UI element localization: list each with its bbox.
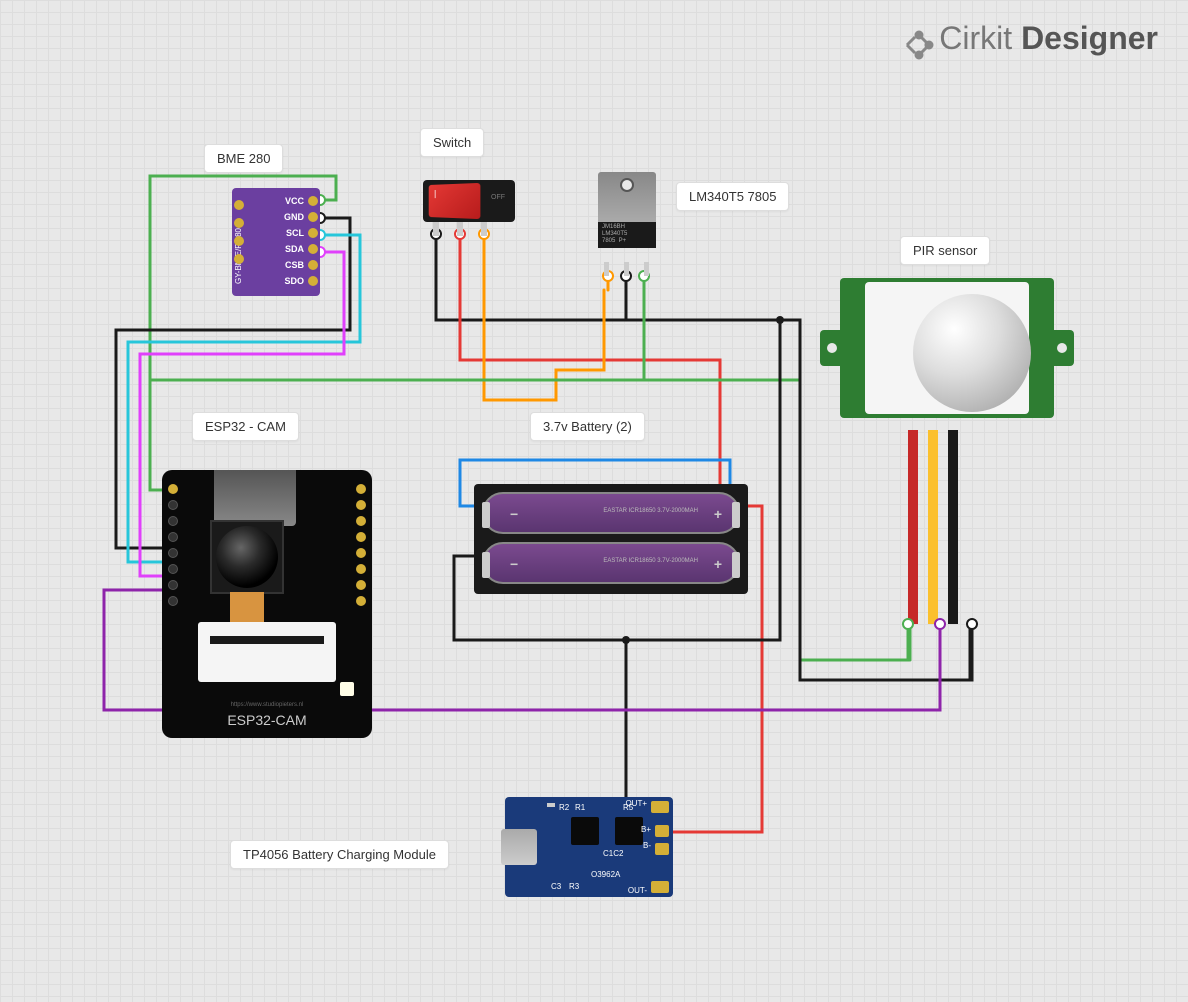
rocker-switch[interactable]: | OFF [423,180,515,240]
label-switch: Switch [420,128,484,157]
camera-lens-icon [216,526,278,588]
bme-pin-sda: SDA [285,244,304,254]
label-battery: 3.7v Battery (2) [530,412,645,441]
pir-dome-icon [913,294,1031,412]
lm340-regulator[interactable]: JM16BH LM340T5 7805 P+ [598,172,656,262]
tp-bn: B- [643,841,651,850]
micro-usb-icon [501,829,537,865]
label-esp32: ESP32 - CAM [192,412,299,441]
label-regulator: LM340T5 7805 [676,182,789,211]
bme280-sensor[interactable]: GY-BM E/P 280 VCC GND SCL SDA CSB SDO [232,188,320,296]
esp-url: https://www.studiopieters.nl [162,702,372,708]
tp4056-charger[interactable]: OUT+ OUT- B+ B- O3962A R2 R1 R5 C1C2 C3 … [505,797,673,897]
battery-cell-2: − + EASTAR ICR18650 3.7V-2000MAH [482,542,740,584]
battery-holder[interactable]: − + EASTAR ICR18650 3.7V-2000MAH − + EAS… [474,484,748,594]
bme-pin-gnd: GND [284,212,304,222]
bme-pin-csb: CSB [285,260,304,270]
pir-sensor[interactable] [840,278,1054,458]
logo-text: Cirkit Designer [939,20,1158,56]
tp-outn: OUT- [628,886,647,895]
label-tp4056: TP4056 Battery Charging Module [230,840,449,869]
label-pir: PIR sensor [900,236,990,265]
tp-chip-label: O3962A [591,870,620,879]
sd-slot-icon [214,470,296,526]
regulator-marking: JM16BH LM340T5 7805 P+ [602,224,627,246]
esp-board-name: ESP32-CAM [162,712,372,728]
esp32-cam[interactable]: https://www.studiopieters.nl ESP32-CAM [162,470,372,738]
battery-cell-1: − + EASTAR ICR18650 3.7V-2000MAH [482,492,740,534]
label-bme280: BME 280 [204,144,283,173]
bme-pin-vcc: VCC [285,196,304,206]
switch-rocker[interactable]: | [429,183,481,219]
bme-pin-scl: SCL [286,228,304,238]
cirkit-logo: Cirkit Designer [901,20,1158,61]
tp-bp: B+ [641,825,651,834]
bme-pin-sdo: SDO [284,276,304,286]
